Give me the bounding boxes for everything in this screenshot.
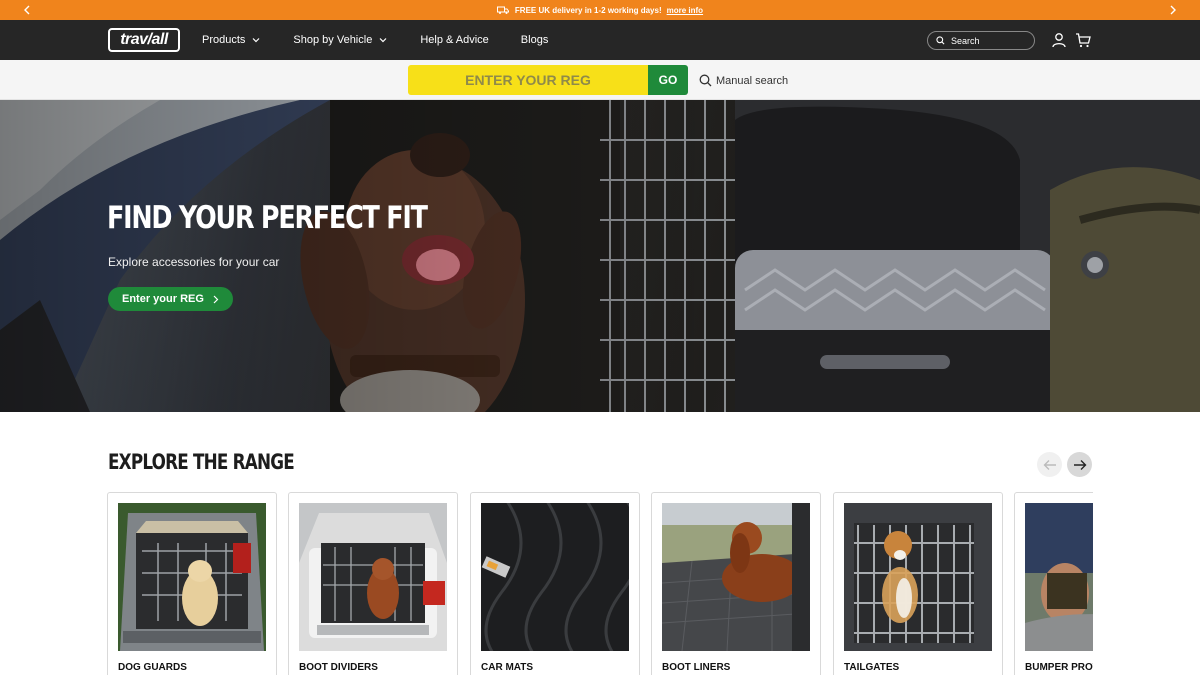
manual-search-label: Manual search bbox=[716, 74, 789, 87]
tailgates-image bbox=[844, 503, 992, 651]
chevron-right-icon bbox=[213, 295, 219, 303]
range-card-tailgates[interactable]: TAILGATES bbox=[833, 492, 1003, 675]
header-search-input[interactable]: Search bbox=[927, 31, 1035, 50]
range-card-boot-dividers[interactable]: BOOT DIVIDERS bbox=[288, 492, 458, 675]
cart-icon[interactable] bbox=[1075, 32, 1091, 48]
truck-icon bbox=[496, 6, 509, 15]
range-card-dog-guards[interactable]: DOG GUARDS bbox=[107, 492, 277, 675]
dog-guards-image bbox=[118, 503, 266, 651]
tailgates-label: TAILGATES bbox=[844, 662, 900, 673]
nav-blogs-label: Blogs bbox=[520, 34, 549, 46]
range-card-bumper-protector[interactable]: BUMPER PROT bbox=[1014, 492, 1093, 675]
search-icon bbox=[699, 74, 712, 87]
arrow-left-icon bbox=[1043, 459, 1056, 470]
hero-title: FIND YOUR PERFECT FIT bbox=[107, 200, 428, 236]
promo-text: FREE UK delivery in 1-2 working days! bbox=[514, 5, 662, 15]
manual-search-link[interactable]: Manual search bbox=[699, 74, 788, 87]
car-mats-image bbox=[481, 503, 629, 651]
hero-banner: FIND YOUR PERFECT FIT Explore accessorie… bbox=[0, 100, 1200, 412]
dog-guards-label: DOG GUARDS bbox=[118, 662, 187, 673]
go-button[interactable]: GO bbox=[648, 65, 688, 95]
promo-more-info-link[interactable]: more info bbox=[667, 6, 703, 15]
bumper-protector-image bbox=[1025, 503, 1093, 651]
promo-prev-chevron-icon[interactable] bbox=[12, 0, 42, 20]
nav-products[interactable]: Products bbox=[202, 34, 261, 46]
boot-dividers-label: BOOT DIVIDERS bbox=[299, 662, 378, 673]
account-icon[interactable] bbox=[1051, 32, 1067, 48]
boot-liners-image bbox=[662, 503, 810, 651]
chevron-down-icon bbox=[379, 38, 387, 43]
car-mats-label: CAR MATS bbox=[481, 662, 534, 673]
main-nav: Products Shop by Vehicle Help & Advice B… bbox=[202, 34, 580, 46]
arrow-right-icon bbox=[1073, 459, 1086, 470]
range-card-car-mats[interactable]: CAR MATS bbox=[470, 492, 640, 675]
nav-products-label: Products bbox=[202, 34, 246, 46]
nav-shop-by-vehicle[interactable]: Shop by Vehicle bbox=[293, 34, 388, 46]
chevron-down-icon bbox=[252, 38, 260, 43]
nav-help-advice[interactable]: Help & Advice bbox=[420, 34, 488, 46]
nav-help-advice-label: Help & Advice bbox=[420, 34, 489, 46]
search-placeholder: Search bbox=[951, 35, 980, 46]
boot-liners-label: BOOT LINERS bbox=[662, 662, 731, 673]
boot-dividers-image bbox=[299, 503, 447, 651]
carousel-prev-button[interactable] bbox=[1037, 452, 1062, 477]
hero-subtitle: Explore accessories for your car bbox=[108, 255, 280, 269]
enter-reg-button[interactable]: Enter your REG bbox=[108, 287, 233, 311]
carousel-next-button[interactable] bbox=[1067, 452, 1092, 477]
range-title: EXPLORE THE RANGE bbox=[108, 450, 295, 474]
enter-reg-label: Enter your REG bbox=[122, 293, 204, 305]
explore-range-section: EXPLORE THE RANGE DOG GUARDS BOOT DIVIDE… bbox=[0, 412, 1200, 675]
reg-lookup-bar: GO Manual search bbox=[0, 60, 1200, 100]
promo-next-chevron-icon[interactable] bbox=[1158, 0, 1188, 20]
nav-blogs[interactable]: Blogs bbox=[521, 34, 549, 46]
travall-logo[interactable]: trav/all bbox=[108, 28, 180, 52]
range-carousel: DOG GUARDS BOOT DIVIDERS CAR MATS BOOT L… bbox=[107, 492, 1093, 675]
bumper-protector-label: BUMPER PROT bbox=[1025, 662, 1093, 673]
nav-shop-by-vehicle-label: Shop by Vehicle bbox=[293, 34, 373, 46]
site-header: trav/all Products Shop by Vehicle Help &… bbox=[0, 20, 1200, 60]
reg-input[interactable] bbox=[408, 65, 648, 95]
range-card-boot-liners[interactable]: BOOT LINERS bbox=[651, 492, 821, 675]
promo-bar: FREE UK delivery in 1-2 working days! mo… bbox=[0, 0, 1200, 20]
search-icon bbox=[936, 36, 945, 45]
